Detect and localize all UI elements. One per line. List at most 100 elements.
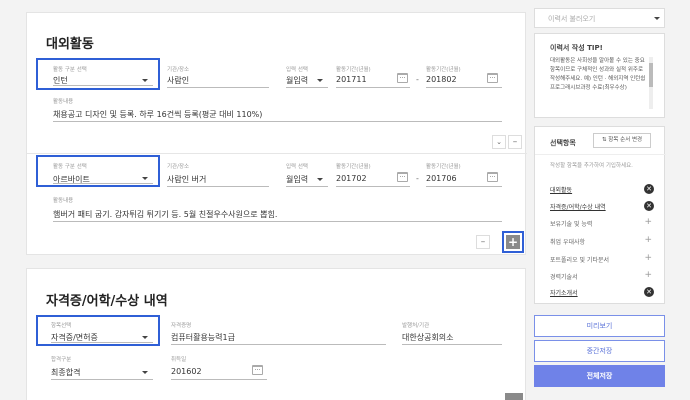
load-resume-select[interactable]: 이력서 불러오기 [534,8,665,28]
chevron-down-icon [142,371,148,374]
scrollbar-thumb[interactable] [649,63,653,87]
start-date-label: 활동기간(년월) [336,67,371,73]
input-mode-label: 입력 선택 [286,67,308,73]
field-underline [171,379,267,380]
preview-button[interactable]: 미리보기 [534,315,665,337]
selected-items-panel: 선택항목 ⇅ 항목 순서 변경 작성할 항목을 추가하여 기입하세요. 대외활동… [534,126,666,304]
scroll-edge [505,393,523,400]
add-icon[interactable]: + [644,217,652,227]
remove-icon[interactable]: ✕ [644,201,654,211]
field-underline [51,379,153,380]
sidebar-item-label[interactable]: 자기소개서 [550,288,578,297]
issuer-label: 발행처/기관 [402,323,430,329]
end-date-label: 활동기간(년월) [426,67,461,73]
field-underline [167,87,269,88]
remove-icon[interactable]: ✕ [644,287,654,297]
field-underline [53,121,502,122]
divider [535,154,666,155]
input-mode-label: 입력 선택 [286,164,308,170]
add-icon[interactable]: + [644,235,652,245]
sidebar-item-label[interactable]: 자격증/어학/수상 내역 [550,202,606,211]
remove-entry-button[interactable]: – [476,235,490,249]
acquired-date-input[interactable]: 201602 [171,367,202,376]
cert-name-input[interactable]: 컴퓨터활용능력1급 [171,332,235,343]
calendar-icon[interactable] [397,172,408,182]
remove-entry-button[interactable]: – [508,135,522,149]
field-underline [171,344,386,345]
sidebar-item-career[interactable]: 경력기술서 + [550,270,654,286]
input-mode-select[interactable]: 월입력 [286,75,308,86]
calendar-icon[interactable] [252,365,263,375]
sidebar-item-activities[interactable]: 대외활동 ✕ [550,183,654,199]
result-label: 합격구분 [51,357,72,363]
chevron-down-icon [317,79,323,82]
section-title: 자격증/어학/수상 내역 [46,294,168,309]
activities-section: 대외활동 활동 구분 선택 인턴 기관/장소 사람인 입력 선택 월입력 활동기… [26,12,527,255]
chevron-down-icon [317,178,323,181]
item-type-label: 항목선택 [51,323,72,329]
sidebar-item-certificates[interactable]: 자격증/어학/수상 내역 ✕ [550,200,654,216]
calendar-icon[interactable] [487,73,498,83]
date-separator: - [416,75,419,84]
org-label: 기관/장소 [167,164,190,170]
activity-desc-input[interactable]: 햄버거 패티 굽기. 감자튀김 튀기기 등. 5월 친절우수사원으로 뽑힘. [53,209,277,220]
org-label: 기관/장소 [167,67,190,73]
field-underline [286,186,328,187]
issuer-input[interactable]: 대한상공회의소 [402,332,454,343]
tip-body: 대외활동은 사회성을 알아볼 수 있는 중요 항목이므로 구체적인 성과와 실적… [550,58,646,91]
sidebar-item-portfolio[interactable]: 포트폴리오 및 기타문서 + [550,253,654,269]
calendar-icon[interactable] [397,73,408,83]
field-underline [336,186,410,187]
field-underline [167,186,269,187]
input-mode-select[interactable]: 월입력 [286,174,308,185]
sidebar-item-label[interactable]: 포트폴리오 및 기타문서 [550,255,609,264]
tip-title: 이력서 작성 TIP! [550,44,603,52]
move-down-button[interactable]: ⌄ [492,135,506,149]
calendar-icon[interactable] [487,172,498,182]
temp-save-button[interactable]: 중간저장 [534,340,665,362]
load-resume-label: 이력서 불러오기 [548,15,596,23]
tip-scrollbar[interactable] [649,57,653,109]
date-separator: - [416,174,419,183]
remove-icon[interactable]: ✕ [644,184,654,194]
field-underline [402,344,502,345]
chevron-down-icon [654,17,660,20]
field-underline [53,221,502,222]
field-underline [53,183,153,184]
end-date-input[interactable]: 201706 [426,174,457,183]
sidebar-item-label[interactable]: 대외활동 [550,185,572,194]
activity-desc-label: 활동내용 [53,99,74,105]
chevron-down-icon [142,177,148,180]
sidebar-item-preferences[interactable]: 취업 우대사항 + [550,235,654,251]
plus-icon: + [506,235,520,249]
sidebar-item-label[interactable]: 취업 우대사항 [550,237,585,246]
activity-type-label: 활동 구분 선택 [53,164,87,170]
chevron-down-icon [142,336,148,339]
sidebar-item-skills[interactable]: 보유기술 및 능력 + [550,217,654,233]
save-all-button[interactable]: 전체저장 [534,365,665,387]
field-underline [336,87,410,88]
sidebar-item-label[interactable]: 경력기술서 [550,272,578,281]
chevron-down-icon [142,79,148,82]
acquired-date-label: 취득일 [171,357,187,363]
end-date-input[interactable]: 201802 [426,75,457,84]
sidebar: 이력서 불러오기 이력서 작성 TIP! 대외활동은 사회성을 알아볼 수 있는… [534,0,690,400]
start-date-input[interactable]: 201711 [336,75,367,84]
change-order-button[interactable]: ⇅ 항목 순서 변경 [593,133,651,148]
activity-desc-input[interactable]: 채용공고 디자인 및 등록. 하루 16건씩 등록(평균 대비 110%) [53,109,262,120]
add-icon[interactable]: + [644,253,652,263]
org-input[interactable]: 사람인 버거 [167,174,206,185]
result-select[interactable]: 최종합격 [51,367,80,378]
end-date-label: 활동기간(년월) [426,164,461,170]
certificates-section: 자격증/어학/수상 내역 항목선택 자격증/면허증 자격증명 컴퓨터활용능력1급… [26,268,526,400]
start-date-input[interactable]: 201702 [336,174,367,183]
activity-desc-label: 활동내용 [53,198,74,204]
tip-panel: 이력서 작성 TIP! 대외활동은 사회성을 알아볼 수 있는 중요 항목이므로… [534,33,665,118]
add-entry-button[interactable]: + [502,231,524,253]
add-icon[interactable]: + [644,270,652,280]
sidebar-item-label[interactable]: 보유기술 및 능력 [550,219,592,228]
sidebar-item-cover-letter[interactable]: 자기소개서 ✕ [550,286,654,302]
org-input[interactable]: 사람인 [167,75,189,86]
activity-type-label: 활동 구분 선택 [53,67,87,73]
cert-name-label: 자격증명 [171,323,192,329]
